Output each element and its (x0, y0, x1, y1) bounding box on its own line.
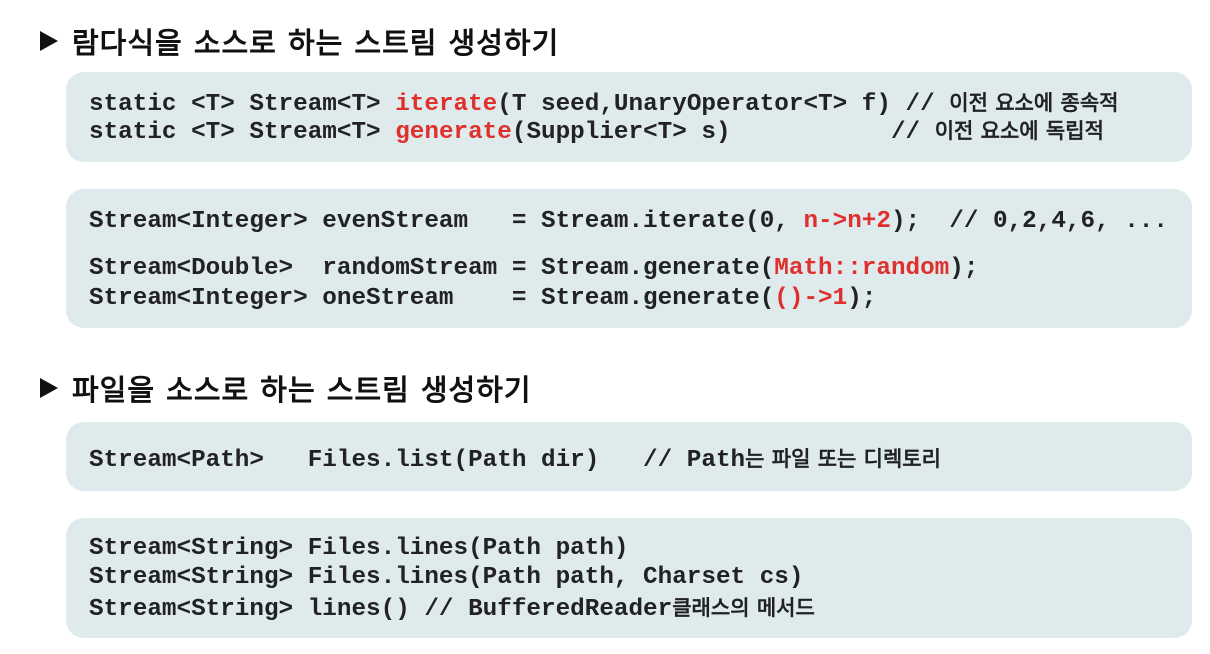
code-segment: Math::random (774, 255, 950, 282)
heading-text: 람다식을 소스로 하는 스트림 생성하기 (72, 26, 560, 60)
code-line: Stream<Double> randomStream = Stream.gen… (89, 255, 978, 283)
code-segment: ); (847, 285, 877, 312)
code-line: Stream<String> Files.lines(Path path) (89, 535, 628, 563)
code-segment: 이전 요소에 독립적 (934, 119, 1104, 143)
code-segment: ()->1 (774, 285, 848, 312)
heading-file-stream: 파일을 소스로 하는 스트림 생성하기 (40, 367, 532, 409)
code-segment: Stream<Integer> oneStream = Stream.gener… (89, 285, 775, 312)
code-line: static <T> Stream<T> iterate(T seed,Unar… (89, 89, 1118, 119)
code-line: static <T> Stream<T> generate(Supplier<T… (89, 117, 1104, 147)
code-segment: 는 파일 또는 디렉토리 (745, 447, 941, 471)
triangle-bullet-icon (40, 31, 58, 51)
code-segment: Stream<String> Files.lines(Path path) (89, 535, 629, 562)
code-segment: Stream<Integer> evenStream = Stream.iter… (89, 208, 804, 235)
triangle-bullet-icon (40, 378, 58, 398)
code-segment: Stream<Double> randomStream = Stream.gen… (89, 255, 775, 282)
code-line: Stream<Integer> evenStream = Stream.iter… (89, 208, 1168, 236)
code-line: Stream<String> lines() // BufferedReader… (89, 594, 815, 624)
code-segment: static <T> Stream<T> (89, 91, 396, 118)
code-segment: 이전 요소에 종속적 (949, 91, 1119, 115)
code-segment: Stream<String> lines() // BufferedReader (89, 596, 673, 623)
code-segment: n->n+2 (803, 208, 891, 235)
code-segment: ); // 0,2,4,6, ... (890, 208, 1168, 235)
code-segment: static <T> Stream<T> (89, 119, 396, 146)
code-segment: iterate (395, 91, 498, 118)
code-segment: Stream<Path> Files.list(Path dir) // Pat… (89, 447, 746, 474)
code-line: Stream<Path> Files.list(Path dir) // Pat… (89, 445, 941, 475)
code-segment: ); (949, 255, 979, 282)
code-line: Stream<Integer> oneStream = Stream.gener… (89, 285, 876, 313)
heading-lambda-stream: 람다식을 소스로 하는 스트림 생성하기 (40, 20, 559, 62)
heading-text: 파일을 소스로 하는 스트림 생성하기 (72, 373, 532, 407)
code-segment: Stream<String> Files.lines(Path path, Ch… (89, 564, 804, 591)
code-line: Stream<String> Files.lines(Path path, Ch… (89, 564, 803, 592)
code-segment: generate (395, 119, 512, 146)
code-segment: (Supplier<T> s) // (511, 119, 935, 146)
code-segment: 클래스의 메서드 (672, 596, 815, 620)
code-segment: (T seed,UnaryOperator<T> f) // (497, 91, 950, 118)
